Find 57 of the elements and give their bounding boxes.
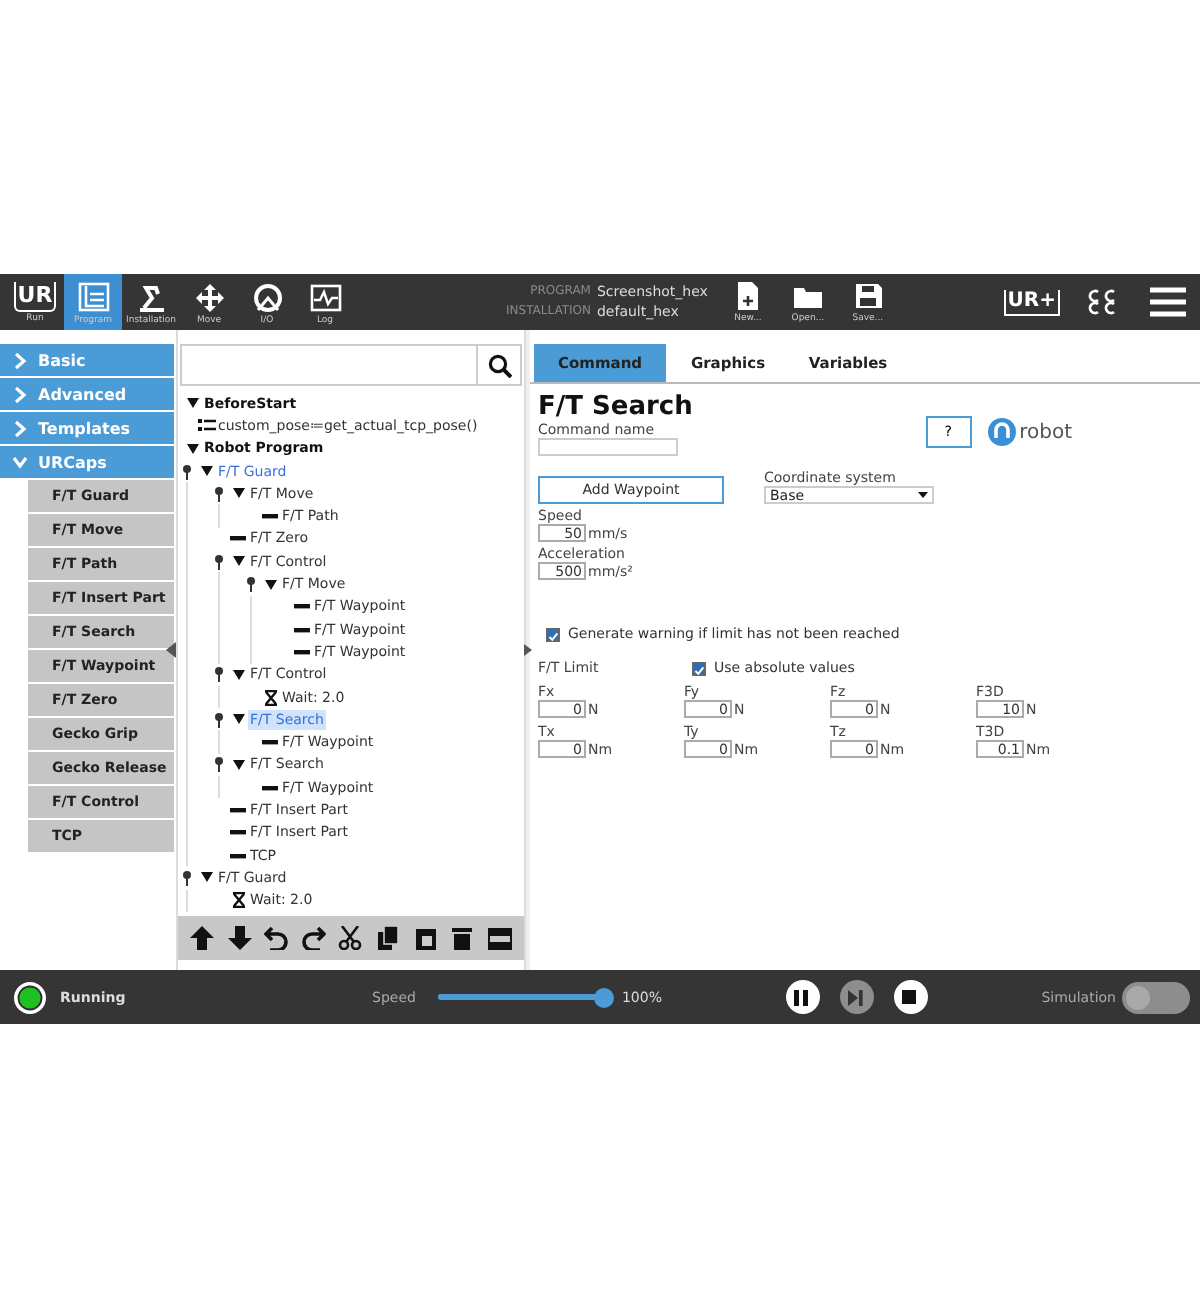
hourglass-icon bbox=[231, 892, 245, 909]
redo-icon[interactable] bbox=[301, 926, 326, 950]
pin-icon[interactable] bbox=[181, 869, 191, 886]
expanded-triangle-icon[interactable] bbox=[231, 486, 245, 501]
expanded-triangle-icon[interactable] bbox=[199, 464, 213, 479]
pause-button[interactable] bbox=[785, 980, 820, 1014]
menu-icon[interactable] bbox=[1148, 286, 1188, 318]
stop-icon bbox=[902, 989, 919, 1005]
step-forward-icon bbox=[848, 989, 865, 1005]
ur-logo: UR bbox=[13, 282, 57, 312]
search-icon bbox=[487, 353, 511, 377]
up-arrow-icon[interactable] bbox=[190, 926, 215, 950]
expanded-triangle-icon[interactable] bbox=[231, 757, 245, 772]
search-field[interactable] bbox=[180, 344, 522, 386]
pin-icon[interactable] bbox=[213, 485, 223, 502]
expanded-triangle-icon[interactable] bbox=[199, 870, 213, 885]
input-field[interactable] bbox=[538, 438, 678, 456]
pin-icon[interactable] bbox=[213, 553, 223, 570]
pin-icon[interactable] bbox=[213, 711, 223, 728]
expanded-triangle-icon[interactable] bbox=[231, 712, 245, 727]
expanded-triangle-icon[interactable] bbox=[185, 441, 199, 456]
chevron-down-icon bbox=[12, 453, 28, 471]
program-list-icon bbox=[77, 281, 109, 313]
dropdown-caret-icon bbox=[918, 492, 928, 498]
assignment-icon bbox=[197, 417, 215, 434]
expanded-triangle-icon[interactable] bbox=[231, 667, 245, 682]
urplus-logo[interactable]: UR+ bbox=[1003, 289, 1060, 315]
hourglass-icon bbox=[263, 689, 277, 705]
checkmark-icon bbox=[694, 663, 704, 677]
status-light-icon bbox=[12, 979, 48, 1015]
down-arrow-icon[interactable] bbox=[227, 926, 252, 950]
stop-button[interactable] bbox=[893, 980, 928, 1014]
arc-grid-icon[interactable] bbox=[1088, 288, 1120, 316]
trash-icon[interactable] bbox=[450, 926, 475, 950]
command-title: F/T Search bbox=[538, 392, 695, 422]
pause-icon bbox=[794, 989, 811, 1005]
checkbox[interactable] bbox=[546, 627, 560, 641]
clipboard-icon[interactable] bbox=[413, 926, 438, 950]
pin-icon[interactable] bbox=[245, 576, 255, 593]
pin-icon[interactable] bbox=[213, 756, 223, 773]
expanded-triangle-icon[interactable] bbox=[185, 396, 199, 411]
undo-icon[interactable] bbox=[264, 926, 289, 950]
checkmark-icon bbox=[548, 629, 558, 643]
suppress-icon[interactable] bbox=[487, 926, 512, 950]
expanded-triangle-icon[interactable] bbox=[263, 577, 277, 592]
checkbox[interactable] bbox=[692, 661, 706, 675]
pin-icon[interactable] bbox=[181, 463, 191, 480]
brand-logo-text: robot bbox=[1019, 421, 1072, 443]
circle-gauge-icon bbox=[251, 281, 283, 313]
move-arrows-icon bbox=[193, 281, 225, 313]
waveform-icon bbox=[309, 281, 341, 313]
expanded-triangle-icon[interactable] bbox=[231, 554, 245, 569]
copy-icon[interactable] bbox=[376, 926, 400, 950]
pin-icon[interactable] bbox=[213, 666, 223, 683]
simulation-toggle[interactable] bbox=[1122, 981, 1190, 1013]
brand-mark-icon bbox=[987, 418, 1016, 446]
scissors-icon[interactable] bbox=[338, 926, 363, 950]
